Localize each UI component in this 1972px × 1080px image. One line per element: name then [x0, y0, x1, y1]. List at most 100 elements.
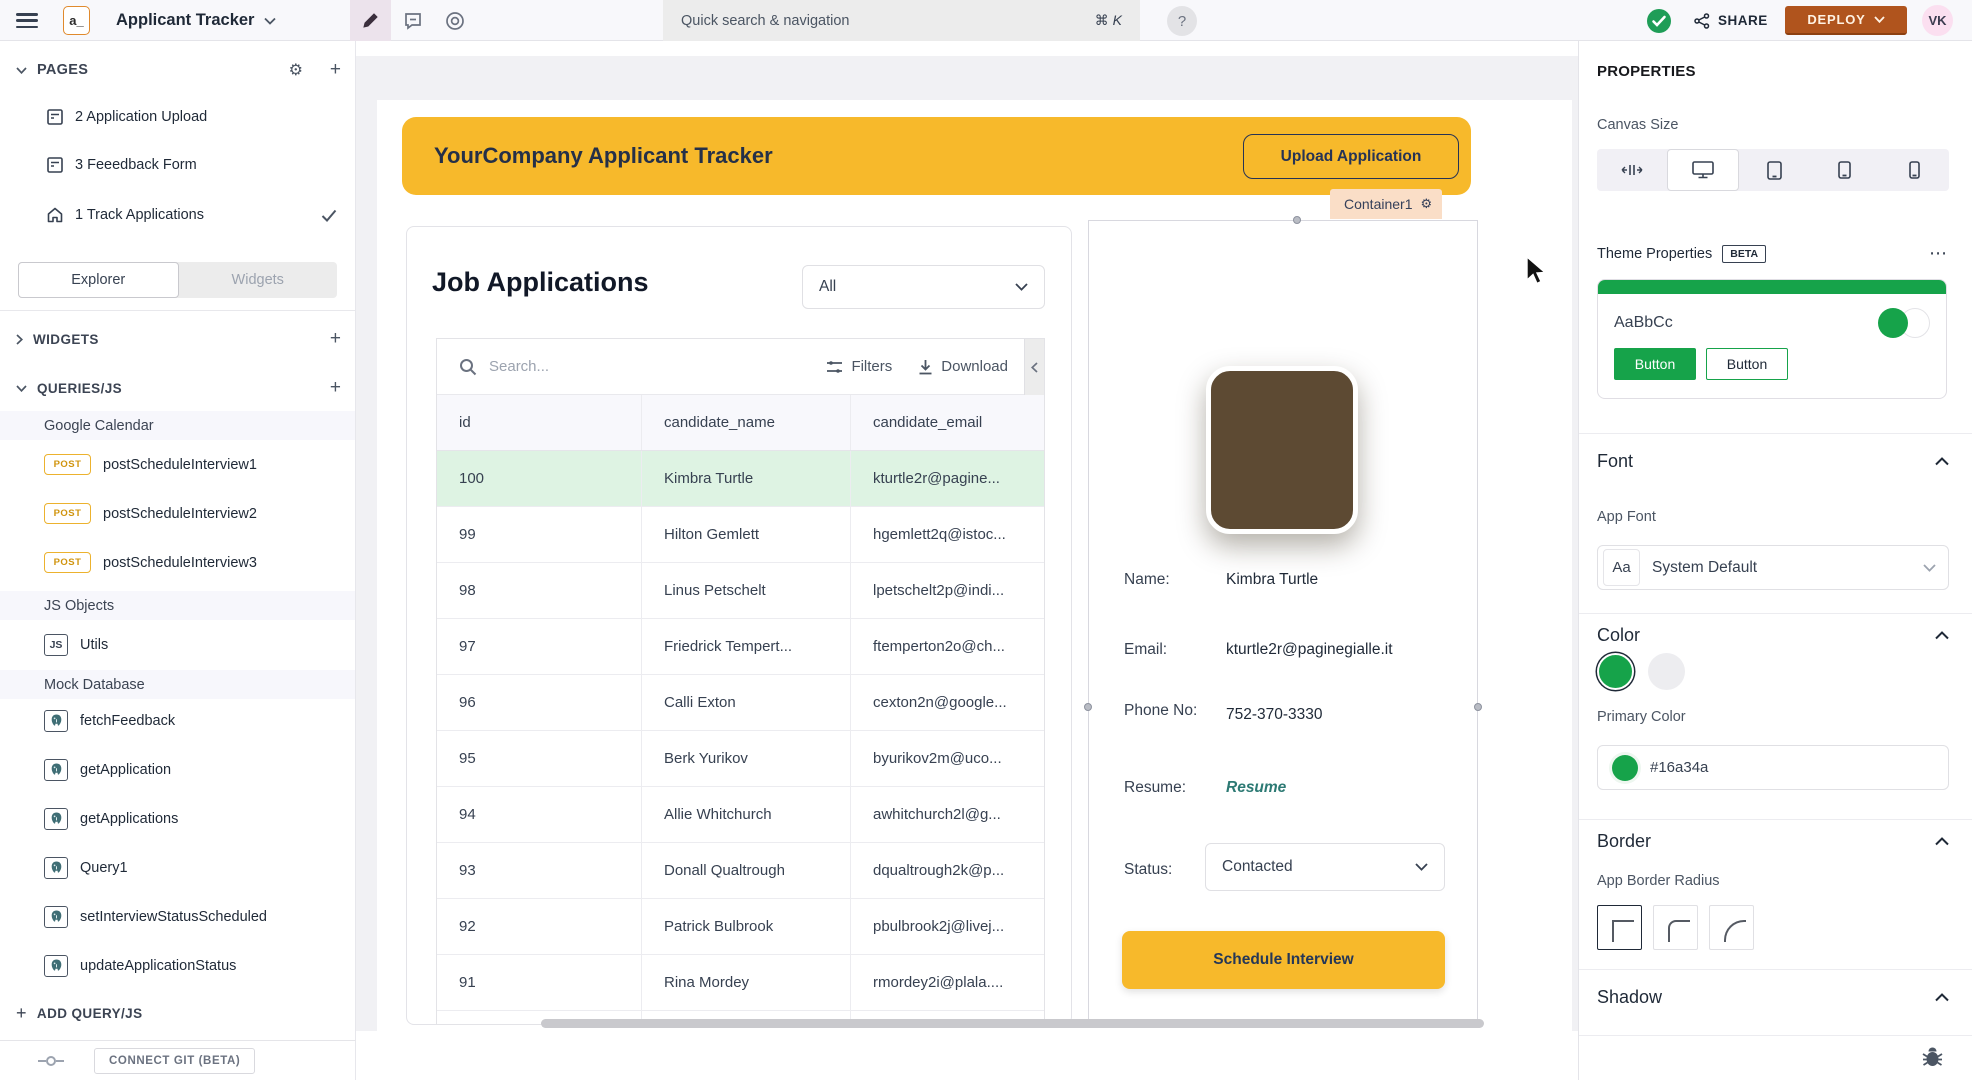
table-collapse-button[interactable] — [1024, 339, 1044, 395]
sidebar-page-feedback-form[interactable]: 3 Feeedback Form — [0, 141, 355, 189]
resize-handle-top[interactable] — [1293, 216, 1301, 224]
app-border-radius-label: App Border Radius — [1597, 873, 1720, 889]
border-radius-sharp[interactable] — [1597, 905, 1642, 950]
border-radius-rounded[interactable] — [1653, 905, 1698, 950]
postgres-icon — [44, 955, 68, 977]
color-swatch-green-selected[interactable] — [1597, 653, 1634, 690]
comment-mode-button[interactable] — [396, 0, 430, 41]
user-avatar[interactable]: VK — [1922, 5, 1953, 36]
query-getApplication[interactable]: getApplication — [0, 745, 355, 794]
canvas-size-tablet-large[interactable] — [1739, 149, 1809, 191]
table-row[interactable]: 91 Rina Mordey rmordey2i@plala.... — [437, 955, 1044, 1011]
table-search-input[interactable]: Search... — [489, 358, 826, 375]
schedule-interview-button[interactable]: Schedule Interview — [1122, 931, 1445, 989]
canvas-size-mobile[interactable] — [1879, 149, 1949, 191]
pencil-icon — [362, 12, 379, 29]
app-header-banner[interactable]: YourCompany Applicant Tracker Upload App… — [402, 117, 1471, 195]
queries-section-header[interactable]: QUERIES/JS + — [0, 371, 355, 405]
upload-application-button[interactable]: Upload Application — [1243, 134, 1459, 179]
share-icon — [1694, 13, 1710, 29]
table-row[interactable]: 96 Calli Exton cexton2n@google... — [437, 675, 1044, 731]
query-postScheduleInterview2[interactable]: POST postScheduleInterview2 — [0, 489, 355, 538]
container1-widget-tag[interactable]: Container1 ⚙ — [1330, 189, 1442, 219]
add-widget-icon[interactable]: + — [330, 322, 341, 356]
tab-explorer[interactable]: Explorer — [18, 262, 179, 298]
color-swatch-gray[interactable] — [1648, 653, 1685, 690]
color-section-header[interactable]: Color — [1597, 625, 1949, 646]
preview-mode-button[interactable] — [438, 0, 472, 41]
email-link[interactable]: kturtle2r@paginegialle.it — [1226, 641, 1393, 659]
query-getApplications[interactable]: getApplications — [0, 794, 355, 843]
chevron-down-icon — [1874, 16, 1885, 23]
table-row[interactable]: 95 Berk Yurikov byurikov2m@uco... — [437, 731, 1044, 787]
filters-button[interactable]: Filters — [826, 358, 892, 375]
border-radius-curved[interactable] — [1709, 905, 1754, 950]
js-object-utils[interactable]: JS Utils — [0, 620, 355, 669]
sidebar-page-track-applications[interactable]: 1 Track Applications — [0, 191, 355, 239]
connect-git-button[interactable]: CONNECT GIT (BETA) — [94, 1048, 255, 1074]
widgets-section-header[interactable]: WIDGETS + — [0, 322, 355, 356]
canvas-size-fluid[interactable] — [1597, 149, 1667, 191]
debug-button[interactable] — [1921, 1046, 1944, 1068]
status-filter-select[interactable]: All — [802, 265, 1045, 309]
hamburger-menu-icon[interactable] — [16, 13, 38, 28]
column-header-candidate-name[interactable]: candidate_name — [642, 395, 851, 450]
theme-options-menu[interactable]: ⋯ — [1929, 243, 1949, 264]
table-row[interactable]: 100 Kimbra Turtle kturtle2r@pagine... — [437, 451, 1044, 507]
horizontal-scrollbar[interactable] — [541, 1019, 1484, 1028]
query-postScheduleInterview1[interactable]: POST postScheduleInterview1 — [0, 440, 355, 489]
resume-link[interactable]: Resume — [1226, 779, 1286, 797]
status-select[interactable]: Contacted — [1205, 843, 1445, 891]
sidebar-page-application-upload[interactable]: 2 Application Upload — [0, 93, 355, 141]
chevron-down-icon — [264, 17, 276, 25]
share-label: SHARE — [1718, 13, 1768, 28]
table-row[interactable]: 98 Linus Petschelt lpetschelt2p@indi... — [437, 563, 1044, 619]
postgres-icon — [44, 759, 68, 781]
app-root: a_ Applicant Tracker Quick search & navi… — [0, 0, 1972, 1080]
candidate-detail-container[interactable]: Name: Kimbra Turtle Email: kturtle2r@pag… — [1088, 220, 1478, 1025]
column-header-id[interactable]: id — [437, 395, 642, 450]
add-page-icon[interactable]: + — [330, 55, 341, 85]
canvas-size-tablet[interactable] — [1809, 149, 1879, 191]
help-icon: ? — [1178, 13, 1186, 30]
table-row[interactable]: 92 Patrick Bulbrook pbulbrook2j@livej... — [437, 899, 1044, 955]
deploy-button[interactable]: DEPLOY — [1785, 6, 1907, 35]
shadow-section-header[interactable]: Shadow — [1597, 987, 1949, 1008]
widget-settings-icon[interactable]: ⚙ — [1421, 196, 1433, 212]
table-row[interactable]: 97 Friedrick Tempert... ftemperton2o@ch.… — [437, 619, 1044, 675]
primary-color-input[interactable]: #16a34a — [1597, 745, 1949, 790]
chevron-right-icon — [16, 334, 23, 345]
border-section-header[interactable]: Border — [1597, 831, 1949, 852]
font-section-header[interactable]: Font — [1597, 451, 1949, 472]
query-postScheduleInterview3[interactable]: POST postScheduleInterview3 — [0, 538, 355, 587]
resize-handle-left[interactable] — [1084, 703, 1092, 711]
page-icon — [46, 108, 64, 126]
pages-settings-icon[interactable]: ⚙ — [289, 55, 303, 85]
share-button[interactable]: SHARE — [1694, 0, 1768, 41]
column-header-candidate-email[interactable]: candidate_email — [851, 395, 1045, 450]
query-Query1[interactable]: Query1 — [0, 843, 355, 892]
canvas-size-desktop[interactable] — [1667, 149, 1739, 191]
download-button[interactable]: Download — [918, 358, 1008, 375]
tab-widgets[interactable]: Widgets — [179, 262, 338, 298]
pages-section-header[interactable]: PAGES ⚙ + — [0, 55, 355, 85]
table-row[interactable]: 99 Hilton Gemlett hgemlett2q@istoc... — [437, 507, 1044, 563]
query-fetchFeedback[interactable]: fetchFeedback — [0, 696, 355, 745]
table-row[interactable]: 94 Allie Whitchurch awhitchurch2l@g... — [437, 787, 1044, 843]
app-font-select[interactable]: Aa System Default — [1597, 545, 1949, 590]
app-title-menu[interactable]: Applicant Tracker — [116, 0, 276, 41]
search-shortcut: ⌘ K — [1095, 12, 1122, 29]
query-setInterviewStatusScheduled[interactable]: setInterviewStatusScheduled — [0, 892, 355, 941]
chevron-down-icon — [16, 385, 27, 392]
theme-preview-card[interactable]: AaBbCc Button Button — [1597, 279, 1947, 399]
table-row[interactable]: 93 Donall Qualtrough dqualtrough2k@p... — [437, 843, 1044, 899]
add-query-icon[interactable]: + — [330, 371, 341, 405]
add-query-js-button[interactable]: + ADD QUERY/JS — [16, 996, 143, 1030]
app-logo-text: a_ — [69, 13, 83, 28]
resize-handle-right[interactable] — [1474, 703, 1482, 711]
edit-mode-button[interactable] — [350, 0, 391, 41]
help-button[interactable]: ? — [1167, 6, 1197, 36]
quick-search-input[interactable]: Quick search & navigation ⌘ K — [663, 0, 1140, 41]
query-updateApplicationStatus[interactable]: updateApplicationStatus — [0, 941, 355, 990]
primary-color-value: #16a34a — [1650, 759, 1708, 776]
